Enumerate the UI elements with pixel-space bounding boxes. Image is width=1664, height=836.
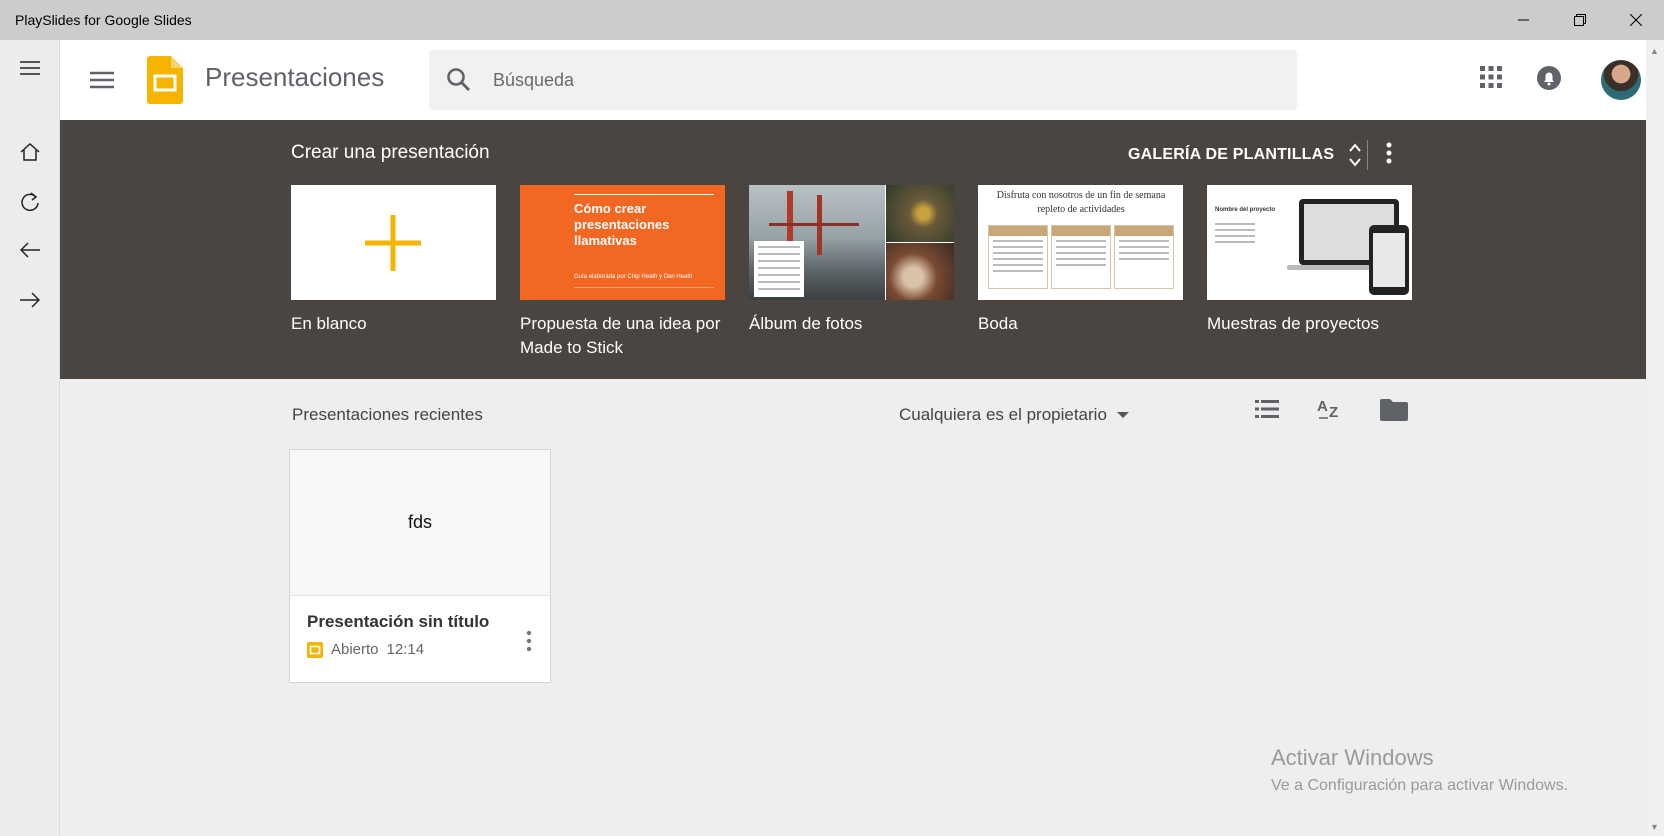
windows-activation-watermark: Activar Windows Ve a Configuración para … bbox=[1271, 745, 1568, 795]
apps-grid-button[interactable] bbox=[1480, 66, 1502, 93]
template-made-to-stick[interactable]: Cómo crear presentaciones llamativas Guí… bbox=[520, 185, 725, 360]
photo-table bbox=[886, 243, 954, 300]
avatar[interactable] bbox=[1601, 60, 1641, 100]
thumb-title: Disfruta con nosotros de un fin de seman… bbox=[996, 190, 1166, 215]
folder-button[interactable] bbox=[1380, 399, 1408, 426]
template-wedding[interactable]: Disfruta con nosotros de un fin de seman… bbox=[978, 185, 1183, 336]
plus-icon bbox=[365, 215, 421, 271]
recent-title: Presentaciones recientes bbox=[292, 405, 483, 424]
template-thumbnail[interactable] bbox=[749, 185, 954, 300]
search-icon[interactable] bbox=[445, 66, 473, 94]
watermark-line1: Activar Windows bbox=[1271, 745, 1434, 770]
presentation-name: Presentación sin título bbox=[307, 612, 490, 631]
window-title: PlaySlides for Google Slides bbox=[15, 12, 192, 28]
navigation-rail bbox=[0, 40, 60, 836]
template-project-samples[interactable]: Nombre del proyecto Muestras de proyecto… bbox=[1207, 185, 1412, 336]
hamburger-icon bbox=[90, 71, 114, 89]
window-titlebar: PlaySlides for Google Slides bbox=[0, 0, 1664, 40]
photo-detail bbox=[769, 223, 859, 226]
template-label: Álbum de fotos bbox=[749, 314, 863, 333]
template-blank[interactable]: En blanco bbox=[291, 185, 496, 336]
home-icon bbox=[20, 143, 40, 161]
divider bbox=[1367, 140, 1368, 170]
app-header: Presentaciones bbox=[60, 40, 1646, 120]
thumb-subtitle: Guía elaborada por Chip Heath y Dan Heat… bbox=[574, 274, 693, 280]
svg-text:Z: Z bbox=[1329, 404, 1338, 421]
more-vert-icon bbox=[526, 630, 532, 652]
search-bar[interactable] bbox=[429, 50, 1297, 110]
minimize-button[interactable] bbox=[1496, 0, 1552, 40]
phone-illustration bbox=[1369, 225, 1409, 295]
template-gallery: Crear una presentación GALERÍA DE PLANTI… bbox=[60, 120, 1646, 379]
thumb-line bbox=[1215, 223, 1255, 225]
sort-az-icon: A Z bbox=[1317, 398, 1338, 421]
caret-down-icon bbox=[1116, 412, 1129, 418]
list-view-icon bbox=[1255, 400, 1279, 418]
thumb-title: Cómo crear presentaciones llamativas bbox=[574, 201, 670, 248]
thumb-columns bbox=[988, 225, 1174, 289]
vertical-scrollbar[interactable]: ▲ ▼ bbox=[1646, 40, 1664, 836]
notifications-icon bbox=[1537, 66, 1561, 90]
back-arrow-icon bbox=[20, 242, 40, 258]
presentation-preview[interactable]: fds bbox=[290, 450, 550, 596]
rail-home-button[interactable] bbox=[0, 130, 60, 174]
search-input[interactable] bbox=[493, 50, 1273, 110]
close-button[interactable] bbox=[1608, 0, 1664, 40]
template-label: Propuesta de una idea por Made to Stick bbox=[520, 314, 721, 357]
scroll-up-icon[interactable]: ▲ bbox=[1650, 46, 1659, 56]
gallery-title: Crear una presentación bbox=[291, 142, 490, 163]
presentation-time: 12:14 bbox=[386, 641, 425, 658]
template-label: En blanco bbox=[291, 314, 367, 333]
template-gallery-label: GALERÍA DE PLANTILLAS bbox=[1128, 146, 1335, 163]
rail-forward-button[interactable] bbox=[0, 278, 60, 322]
forward-arrow-icon bbox=[20, 292, 40, 308]
apps-grid-icon bbox=[1480, 66, 1502, 88]
thumb-line bbox=[1215, 229, 1255, 231]
folder-icon bbox=[1380, 399, 1408, 421]
rail-menu-button[interactable] bbox=[0, 46, 60, 90]
presentation-status: Abierto bbox=[331, 641, 379, 658]
restore-icon bbox=[1574, 14, 1586, 26]
template-thumbnail[interactable] bbox=[291, 185, 496, 300]
rail-refresh-button[interactable] bbox=[0, 179, 60, 223]
list-view-button[interactable] bbox=[1255, 399, 1279, 424]
page-title: Presentaciones bbox=[205, 62, 385, 92]
presentation-meta: Abierto 12:14 bbox=[307, 641, 424, 658]
rail-back-button[interactable] bbox=[0, 228, 60, 272]
main-menu-button[interactable] bbox=[82, 62, 122, 98]
more-vert-icon bbox=[1386, 142, 1392, 164]
thumb-rule bbox=[574, 287, 714, 288]
template-thumbnail[interactable]: Disfruta con nosotros de un fin de seman… bbox=[978, 185, 1183, 300]
minimize-icon bbox=[1518, 19, 1529, 21]
template-label: Muestras de proyectos bbox=[1207, 314, 1379, 333]
slides-logo-icon[interactable] bbox=[147, 56, 183, 109]
svg-text:A: A bbox=[1317, 398, 1328, 415]
template-gallery-button[interactable]: GALERÍA DE PLANTILLAS bbox=[1128, 140, 1362, 170]
refresh-icon bbox=[21, 192, 39, 211]
presentation-card[interactable]: fds Presentación sin título Abierto 12:1… bbox=[289, 449, 551, 683]
template-thumbnail[interactable]: Nombre del proyecto bbox=[1207, 185, 1412, 300]
owner-filter-label: Cualquiera es el propietario bbox=[899, 405, 1107, 424]
thumb-rule bbox=[574, 194, 714, 195]
unfold-icon bbox=[1349, 143, 1362, 167]
thumb-text-card bbox=[754, 241, 804, 297]
sort-button[interactable]: A Z bbox=[1317, 397, 1343, 426]
thumb-line bbox=[1215, 241, 1255, 243]
template-photo-album[interactable]: Álbum de fotos bbox=[749, 185, 954, 336]
slides-file-icon bbox=[307, 641, 323, 658]
watermark-line2: Ve a Configuración para activar Windows. bbox=[1271, 777, 1569, 794]
presentation-more-button[interactable] bbox=[526, 630, 532, 657]
template-label: Boda bbox=[978, 314, 1018, 333]
thumb-title: Nombre del proyecto bbox=[1215, 207, 1276, 213]
menu-icon bbox=[20, 61, 40, 75]
thumb-line bbox=[1215, 235, 1255, 237]
gallery-more-button[interactable] bbox=[1386, 142, 1392, 169]
scroll-down-icon[interactable]: ▼ bbox=[1650, 822, 1659, 832]
owner-filter-dropdown[interactable]: Cualquiera es el propietario bbox=[899, 405, 1129, 425]
restore-button[interactable] bbox=[1552, 0, 1608, 40]
close-icon bbox=[1630, 14, 1642, 26]
template-thumbnail[interactable]: Cómo crear presentaciones llamativas Guí… bbox=[520, 185, 725, 300]
notifications-button[interactable] bbox=[1536, 65, 1562, 96]
photo-leaves bbox=[886, 185, 954, 242]
